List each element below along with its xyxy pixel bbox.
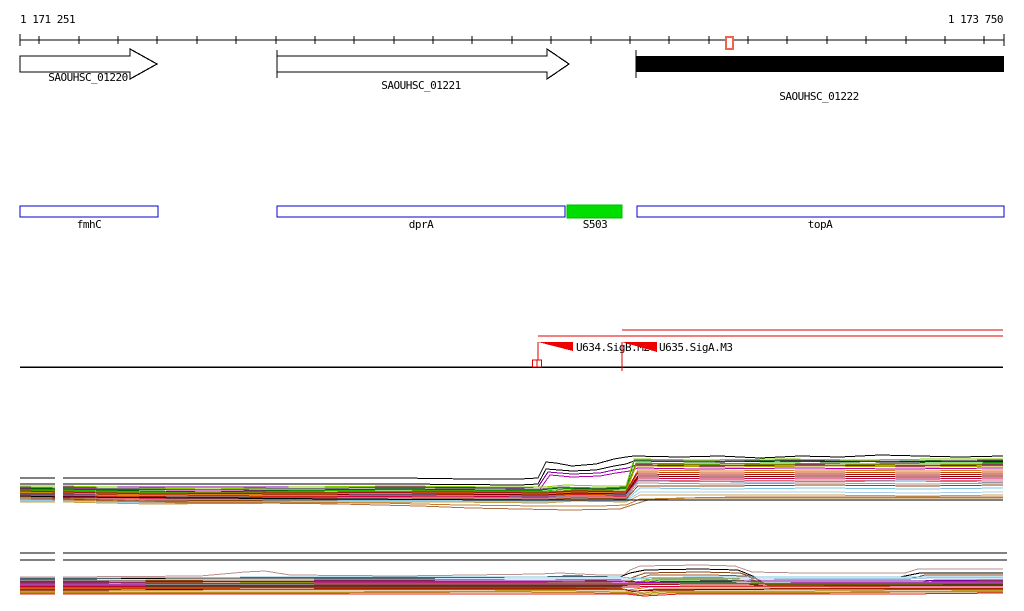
feature-box-dprA[interactable]: [276, 205, 566, 218]
trace-skyblue: [20, 576, 1003, 579]
gene-rect-SAOUHSC_01222[interactable]: [636, 56, 1004, 72]
genome-browser-view: 1 171 251 1 173 750 SAOUHSC_01220 SAOUHS…: [0, 0, 1024, 611]
trace-gap: [55, 448, 63, 606]
feature-box-fmhC[interactable]: [19, 205, 159, 218]
ruler-position-marker[interactable]: [725, 36, 734, 50]
coordinate-ruler: [19, 34, 1005, 46]
gene-arrow-SAOUHSC_01220[interactable]: [19, 47, 159, 81]
gene-arrow-SAOUHSC_01221[interactable]: [276, 47, 571, 81]
expression-panel-2: [20, 552, 1007, 597]
expression-panel-1: [19, 454, 1004, 511]
trace-rosybrown: [20, 564, 1003, 578]
trace-black-top: [20, 454, 1004, 480]
feature-box-S503[interactable]: [566, 204, 623, 219]
feature-box-topA[interactable]: [636, 205, 1005, 218]
